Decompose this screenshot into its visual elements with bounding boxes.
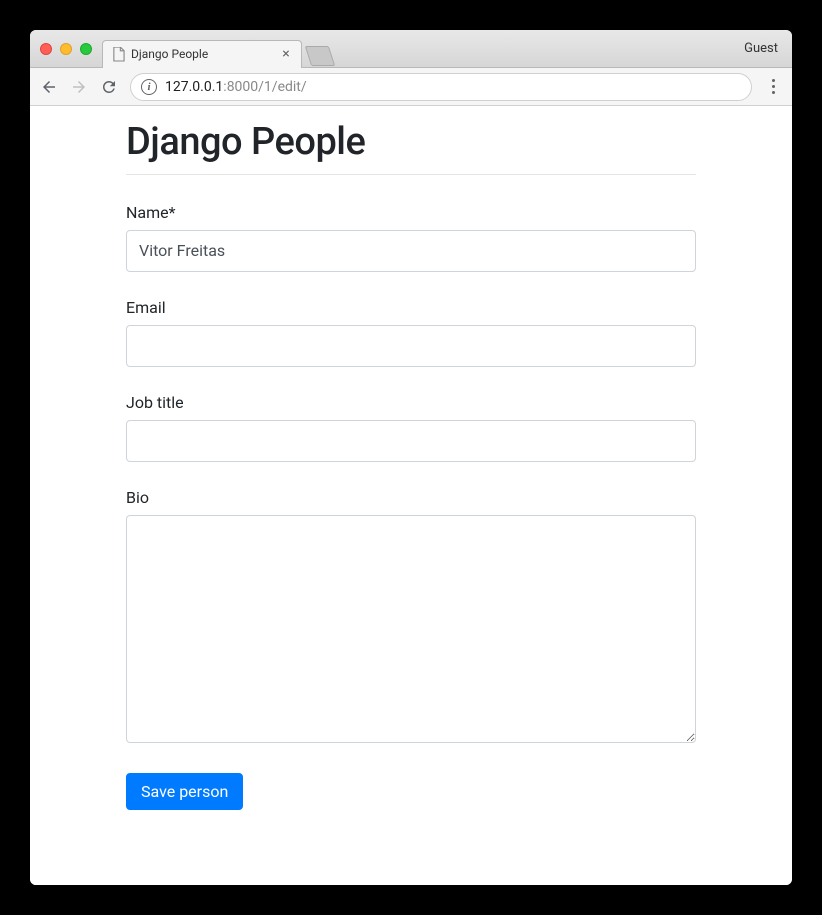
bio-label: Bio [126, 488, 696, 507]
url-text: 127.0.0.1:8000/1/edit/ [165, 79, 307, 95]
email-label: Email [126, 298, 696, 317]
close-tab-button[interactable]: × [279, 47, 293, 61]
reload-button[interactable] [100, 78, 118, 96]
page-content: Django People Name* Email Job title Bio … [30, 106, 792, 885]
url-path: :8000/1/edit/ [223, 79, 306, 95]
url-host: 127.0.0.1 [165, 79, 223, 95]
divider [126, 174, 696, 175]
titlebar: Django People × Guest [30, 30, 792, 68]
name-input[interactable] [126, 230, 696, 272]
address-bar[interactable]: i 127.0.0.1:8000/1/edit/ [130, 73, 752, 101]
save-person-button[interactable]: Save person [126, 773, 243, 810]
form-group-job-title: Job title [126, 393, 696, 462]
email-input[interactable] [126, 325, 696, 367]
close-window-button[interactable] [40, 43, 52, 55]
window-controls [40, 43, 92, 55]
browser-menu-button[interactable] [764, 79, 782, 94]
file-icon [111, 47, 125, 61]
new-tab-button[interactable] [305, 46, 335, 66]
form-group-email: Email [126, 298, 696, 367]
profile-label[interactable]: Guest [744, 41, 778, 56]
browser-tab[interactable]: Django People × [102, 40, 302, 68]
site-info-icon[interactable]: i [141, 79, 157, 95]
name-label: Name* [126, 203, 696, 222]
form-group-name: Name* [126, 203, 696, 272]
job-title-input[interactable] [126, 420, 696, 462]
tab-title: Django People [131, 47, 273, 61]
minimize-window-button[interactable] [60, 43, 72, 55]
bio-textarea[interactable] [126, 515, 696, 743]
maximize-window-button[interactable] [80, 43, 92, 55]
forward-button[interactable] [70, 78, 88, 96]
page-title: Django People [126, 120, 696, 164]
back-button[interactable] [40, 78, 58, 96]
browser-window: Django People × Guest i 127.0.0.1:8000/1… [30, 30, 792, 885]
job-title-label: Job title [126, 393, 696, 412]
browser-toolbar: i 127.0.0.1:8000/1/edit/ [30, 68, 792, 106]
form-group-bio: Bio [126, 488, 696, 747]
